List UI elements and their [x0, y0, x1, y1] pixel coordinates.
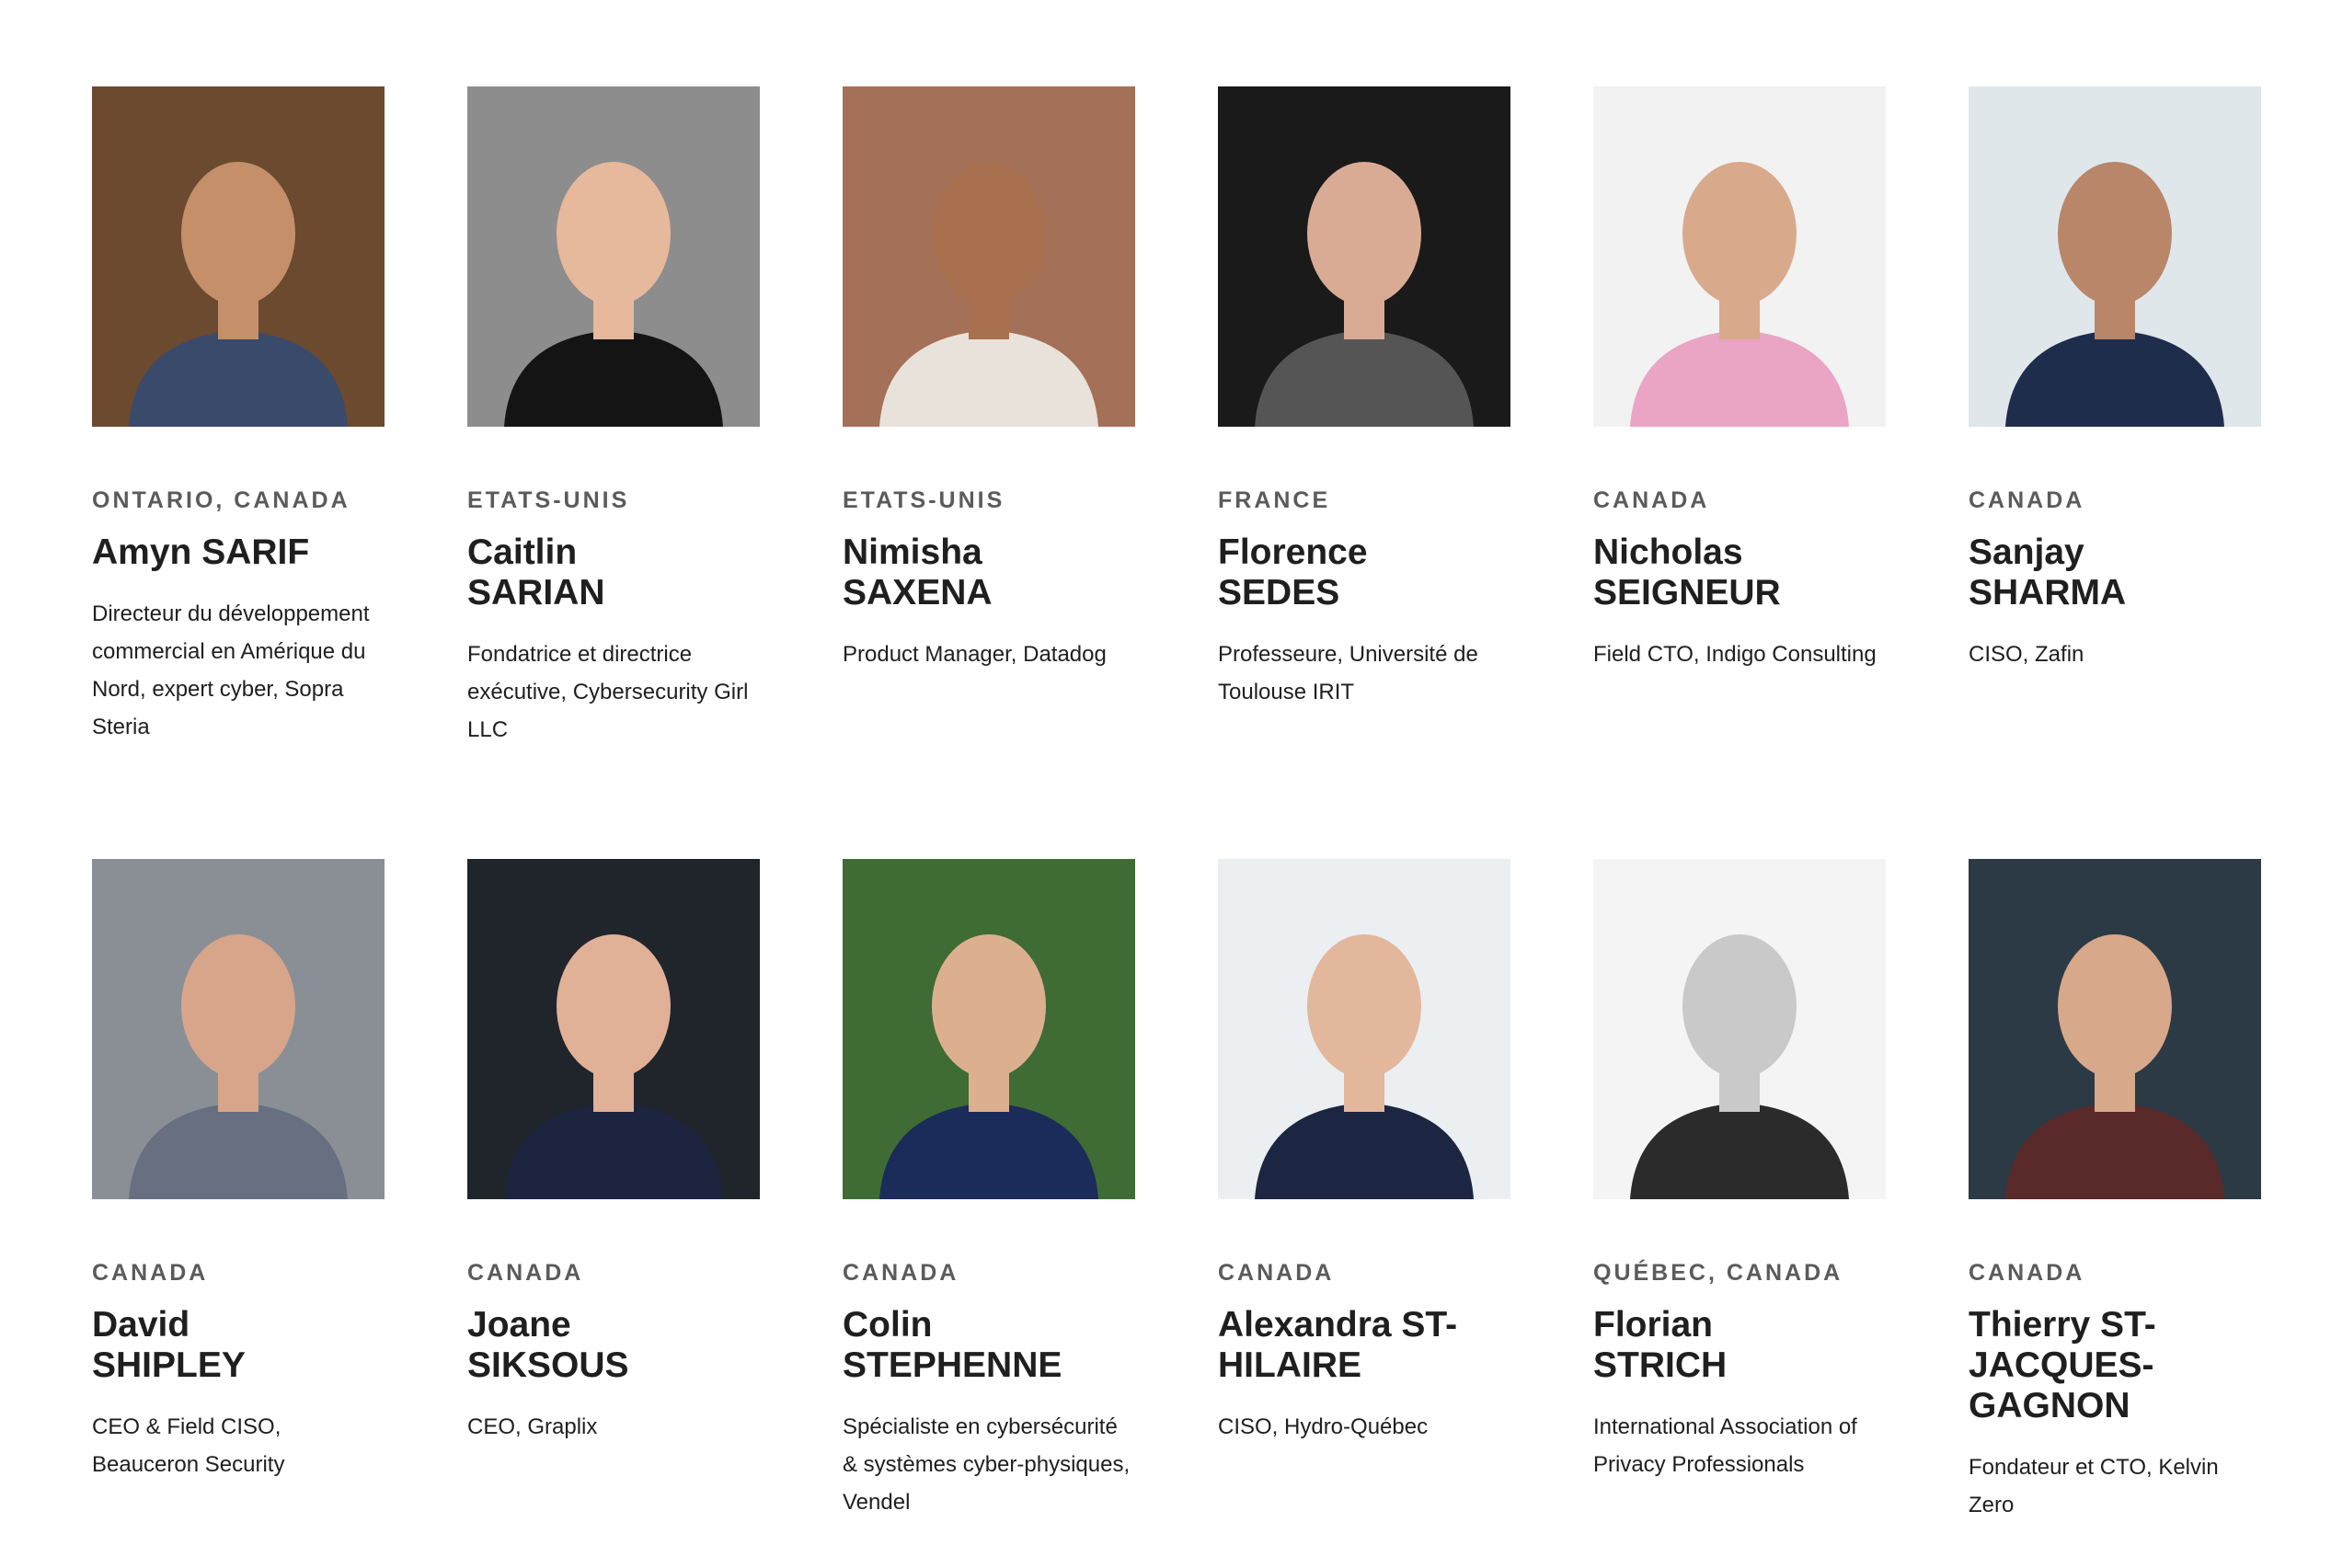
speaker-last-name: SHARMA: [1969, 573, 2127, 612]
speaker-card[interactable]: CANADA Alexandra ST- HILAIRE CISO, Hydro-Qu…: [1218, 859, 1510, 1558]
speaker-card[interactable]: FRANCE Florence SEDES Professeure, Universi…: [1218, 86, 1510, 785]
speaker-card[interactable]: ETATS-UNIS Nimisha SAXENA Product Manager, …: [843, 86, 1135, 785]
speaker-last-name: SARIAN: [467, 573, 605, 612]
speaker-location: FRANCE: [1218, 487, 1331, 513]
speaker-first-name: Nicholas: [1593, 532, 1743, 572]
speaker-photo[interactable]: [467, 859, 760, 1199]
speaker-last-name: JACQUES-: [1969, 1345, 2154, 1385]
speaker-first-name: Nimisha: [843, 532, 982, 572]
portrait-image: [129, 162, 348, 427]
speaker-location: QUÉBEC, CANADA: [1593, 1260, 1843, 1286]
speaker-role: Spécialiste en cybersécurité & systèmes …: [843, 1414, 1131, 1515]
speaker-location: ETATS-UNIS: [843, 487, 1005, 513]
speaker-photo[interactable]: [92, 859, 385, 1199]
speaker-first-name: Colin: [843, 1305, 933, 1345]
speaker-photo[interactable]: [843, 859, 1135, 1199]
speaker-location: CANADA: [92, 1260, 209, 1286]
speaker-last-name: HILAIRE: [1218, 1345, 1361, 1385]
portrait-image: [1255, 934, 1474, 1199]
speaker-first-name: Amyn SARIF: [92, 532, 310, 572]
speaker-name[interactable]: Florian STRICH: [1593, 1305, 1886, 1386]
speaker-first-name: Alexandra ST-: [1218, 1305, 1458, 1345]
portrait-image: [1630, 162, 1849, 427]
portrait-image: [1255, 162, 1474, 427]
speaker-name[interactable]: Thierry ST- JACQUES- GAGNON: [1969, 1305, 2261, 1426]
speaker-name[interactable]: Nicholas SEIGNEUR: [1593, 532, 1886, 613]
speaker-role: Product Manager, Datadog: [843, 642, 1107, 667]
speaker-role: CISO, Zafin: [1969, 642, 2084, 667]
speaker-location: ONTARIO, CANADA: [92, 487, 350, 513]
speaker-name[interactable]: Alexandra ST- HILAIRE: [1218, 1305, 1510, 1386]
speaker-location: CANADA: [1969, 487, 2085, 513]
speaker-role: Professeure, Université de Toulouse IRIT: [1218, 642, 1478, 704]
speaker-name[interactable]: David SHIPLEY: [92, 1305, 385, 1386]
speaker-first-name: Thierry ST-: [1969, 1305, 2156, 1345]
speaker-photo[interactable]: [467, 86, 760, 427]
speaker-photo[interactable]: [1969, 86, 2261, 427]
portrait-image: [879, 934, 1098, 1199]
speaker-name[interactable]: Nimisha SAXENA: [843, 532, 1135, 613]
speaker-role: Field CTO, Indigo Consulting: [1593, 642, 1877, 667]
speaker-first-name: Florian: [1593, 1305, 1714, 1345]
speaker-photo[interactable]: [1218, 859, 1510, 1199]
speaker-last-name: SAXENA: [843, 573, 993, 612]
speaker-card[interactable]: CANADA Sanjay SHARMA CISO, Zafin: [1969, 86, 2261, 785]
speaker-card[interactable]: CANADA Joane SIKSOUS CEO, Graplix: [467, 859, 760, 1558]
speaker-role: Directeur du développement commercial en…: [92, 601, 370, 739]
speaker-role: Fondatrice et directrice exécutive, Cybe…: [467, 642, 749, 742]
speaker-role: CISO, Hydro-Québec: [1218, 1414, 1429, 1439]
speaker-first-name: Florence: [1218, 532, 1368, 572]
speaker-name[interactable]: Sanjay SHARMA: [1969, 532, 2261, 613]
speaker-location: CANADA: [467, 1260, 584, 1286]
portrait-image: [879, 162, 1098, 427]
speaker-last-name: SEIGNEUR: [1593, 573, 1781, 612]
speaker-last-name: SEDES: [1218, 573, 1340, 612]
speaker-role: Fondateur et CTO, Kelvin Zero: [1969, 1455, 2219, 1517]
speakers-grid: ONTARIO, CANADA Amyn SARIF Directeur du dé…: [92, 86, 2261, 1558]
portrait-image: [1630, 934, 1849, 1199]
speaker-location: CANADA: [1218, 1260, 1335, 1286]
speaker-location: CANADA: [1593, 487, 1710, 513]
speaker-role: CEO, Graplix: [467, 1414, 598, 1439]
speaker-first-name: Caitlin: [467, 532, 578, 572]
portrait-image: [504, 934, 723, 1199]
speaker-last-name: SHIPLEY: [92, 1345, 246, 1385]
speaker-role: CEO & Field CISO, Beauceron Security: [92, 1414, 285, 1477]
speaker-name[interactable]: Joane SIKSOUS: [467, 1305, 760, 1386]
speaker-first-name: Joane: [467, 1305, 571, 1345]
speaker-last-name: STEPHENNE: [843, 1345, 1062, 1385]
speaker-photo[interactable]: [843, 86, 1135, 427]
speaker-role: International Association of Privacy Pro…: [1593, 1414, 1857, 1477]
speaker-card[interactable]: CANADA Thierry ST- JACQUES- GAGNON Fondateur…: [1969, 859, 2261, 1558]
speaker-card[interactable]: ONTARIO, CANADA Amyn SARIF Directeur du dé…: [92, 86, 385, 785]
speaker-first-name: David: [92, 1305, 190, 1345]
portrait-image: [129, 934, 348, 1199]
speaker-location: CANADA: [1969, 1260, 2085, 1286]
speaker-last-name: SIKSOUS: [467, 1345, 629, 1385]
speaker-name[interactable]: Caitlin SARIAN: [467, 532, 760, 613]
portrait-image: [2005, 934, 2224, 1199]
speaker-photo[interactable]: [1218, 86, 1510, 427]
speaker-photo[interactable]: [1969, 859, 2261, 1199]
speaker-last-name: STRICH: [1593, 1345, 1728, 1385]
speaker-location: CANADA: [843, 1260, 959, 1286]
speaker-card[interactable]: QUÉBEC, CANADA Florian STRICH International…: [1593, 859, 1886, 1558]
speaker-photo[interactable]: [92, 86, 385, 427]
speaker-location: ETATS-UNIS: [467, 487, 630, 513]
portrait-image: [504, 162, 723, 427]
speaker-name[interactable]: Florence SEDES: [1218, 532, 1510, 613]
speaker-card[interactable]: CANADA David SHIPLEY CEO & Field CISO, Beau…: [92, 859, 385, 1558]
speaker-card[interactable]: CANADA Nicholas SEIGNEUR Field CTO, Indigo …: [1593, 86, 1886, 785]
speaker-last-name: GAGNON: [1969, 1386, 2130, 1425]
speaker-card[interactable]: ETATS-UNIS Caitlin SARIAN Fondatrice et dir…: [467, 86, 760, 785]
speaker-name[interactable]: Amyn SARIF: [92, 532, 385, 573]
speaker-card[interactable]: CANADA Colin STEPHENNE Spécialiste en cyber…: [843, 859, 1135, 1558]
speaker-photo[interactable]: [1593, 859, 1886, 1199]
portrait-image: [2005, 162, 2224, 427]
speaker-first-name: Sanjay: [1969, 532, 2084, 572]
speaker-name[interactable]: Colin STEPHENNE: [843, 1305, 1135, 1386]
speaker-photo[interactable]: [1593, 86, 1886, 427]
